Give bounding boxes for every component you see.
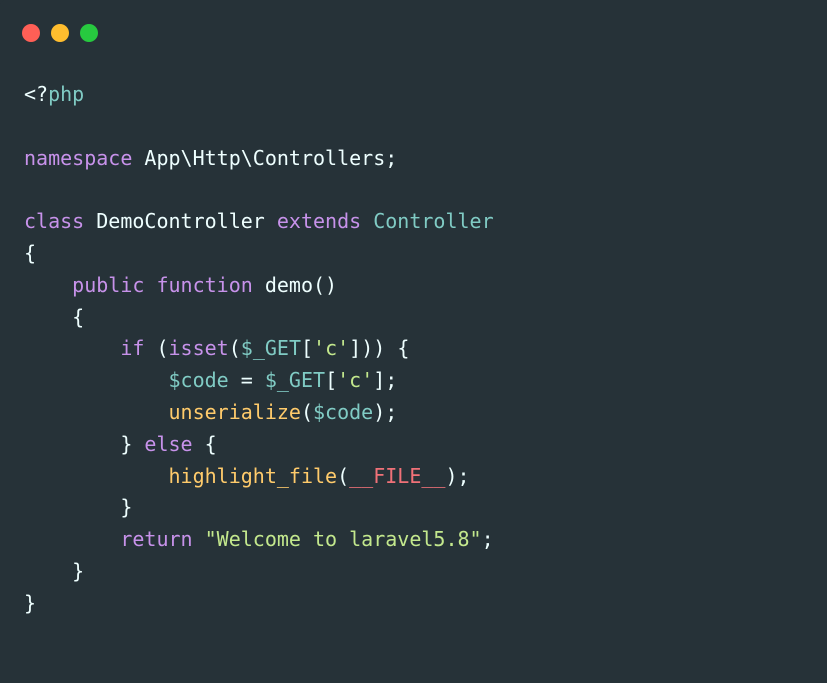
code-line: namespace App\Http\Controllers; (24, 143, 494, 175)
code-token: ( (144, 336, 169, 361)
code-token: php (48, 82, 85, 106)
code-token: $_GET (264, 368, 326, 393)
code-token: } (24, 558, 85, 583)
code-line: } (24, 556, 494, 588)
close-dot-icon[interactable] (22, 24, 40, 42)
minimize-dot-icon[interactable] (51, 24, 69, 42)
code-token: ( (337, 463, 350, 488)
code-line: } (24, 492, 494, 524)
code-token: class (24, 209, 85, 234)
code-token: ); (445, 463, 470, 488)
code-token: else (144, 431, 193, 456)
code-line: { (24, 238, 494, 270)
code-token: ( (228, 336, 241, 361)
code-token: } (24, 590, 37, 615)
code-token: { (192, 431, 217, 456)
code-token: unserialize (168, 399, 301, 424)
code-token: namespace (24, 145, 133, 170)
code-token: DemoController (84, 209, 277, 234)
code-line: } (24, 588, 494, 620)
code-token: 'c' (337, 368, 374, 393)
maximize-dot-icon[interactable] (80, 24, 98, 42)
code-token: Controller (373, 209, 494, 234)
code-token: $code (168, 368, 229, 393)
code-token: extends (276, 209, 362, 234)
code-token: demo() (252, 272, 338, 297)
window-controls (22, 24, 98, 42)
code-token: 'c' (313, 336, 350, 361)
code-token: return (120, 527, 193, 552)
code-token: public (72, 272, 145, 297)
code-token: App\Http\Controllers; (132, 145, 398, 170)
code-line: <?php (24, 79, 494, 111)
code-block: <?php namespace App\Http\Controllers; cl… (24, 79, 494, 620)
code-token: if (120, 336, 145, 361)
code-line: class DemoController extends Controller (24, 206, 494, 238)
code-token: ]; (373, 368, 398, 393)
code-line: if (isset($_GET['c'])) { (24, 333, 494, 365)
code-token: } (24, 495, 133, 520)
code-token: ); (373, 399, 398, 424)
code-token: { (24, 304, 85, 329)
code-token: $_GET (240, 336, 301, 361)
code-token: [ (301, 336, 314, 361)
code-token: "Welcome to laravel5.8" (204, 527, 482, 552)
code-token: __FILE__ (349, 463, 446, 488)
code-token: [ (325, 368, 338, 393)
code-token: } (24, 431, 145, 456)
code-line: highlight_file(__FILE__); (24, 461, 494, 493)
code-token: { (24, 240, 37, 265)
code-line: return "Welcome to laravel5.8"; (24, 524, 494, 556)
code-line: } else { (24, 429, 494, 461)
code-token: ( (300, 399, 313, 424)
code-token: isset (168, 336, 229, 361)
code-window: <?php namespace App\Http\Controllers; cl… (0, 0, 827, 683)
code-line: unserialize($code); (24, 397, 494, 429)
code-line: public function demo() (24, 270, 494, 302)
code-token: ])) { (349, 336, 410, 361)
code-token: ; (481, 527, 494, 552)
code-token: highlight_file (168, 463, 338, 488)
code-line: $code = $_GET['c']; (24, 365, 494, 397)
code-token: function (156, 272, 253, 297)
code-token: = (228, 368, 265, 393)
code-token: $code (313, 399, 374, 424)
code-token: <? (24, 82, 49, 106)
code-line: { (24, 302, 494, 334)
